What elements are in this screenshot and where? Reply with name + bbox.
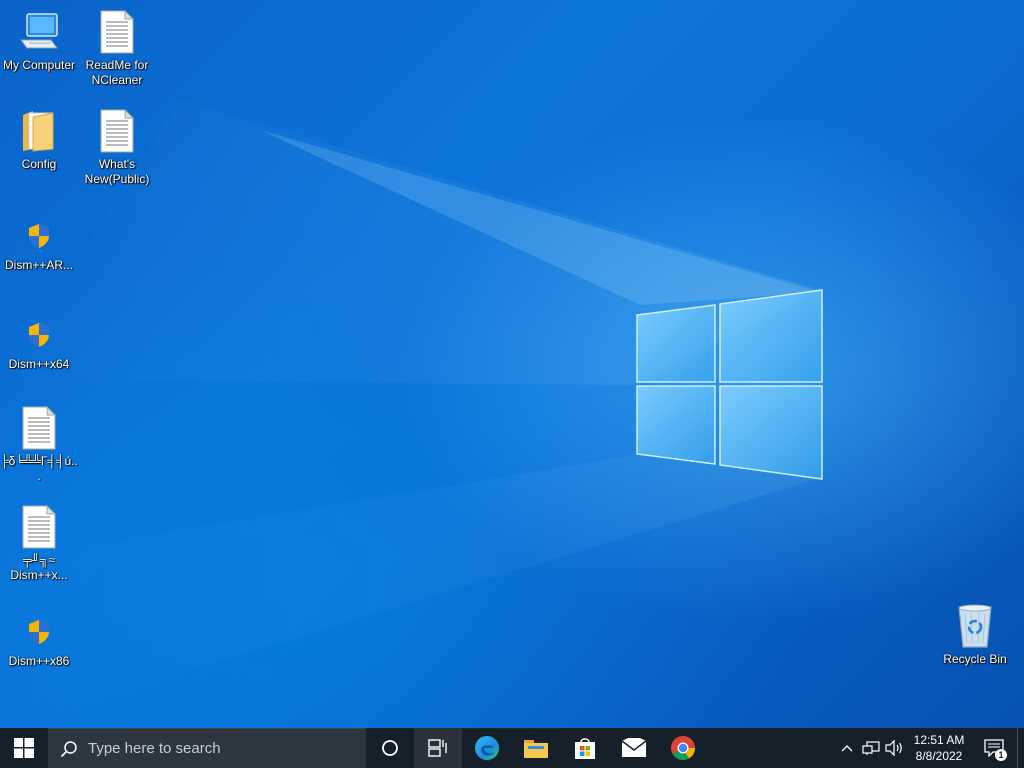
search-placeholder: Type here to search: [88, 740, 221, 757]
microsoft-store-icon: [574, 738, 595, 759]
desktop-icon-label: Dism++AR...: [4, 258, 73, 272]
desktop-icon-label: What's New(Public): [84, 157, 150, 186]
mail-icon: [621, 738, 646, 757]
start-button[interactable]: [0, 728, 48, 768]
taskbar-search-box[interactable]: Type here to search: [48, 728, 366, 768]
windows-start-icon: [14, 738, 34, 758]
taskbar: Type here to search 12:51 AM 8/8/2022 1: [0, 728, 1024, 768]
desktop-icon-dism-x86[interactable]: Dism++x86: [0, 612, 78, 669]
desktop-icon-label: Dism++x86: [8, 654, 70, 668]
taskbar-app-edge[interactable]: [462, 728, 511, 768]
desktop-icon-label: Recycle Bin: [943, 652, 1007, 666]
folder-icon: [15, 107, 63, 155]
windows-logo-wallpaper: [636, 289, 823, 480]
desktop-icon-recycle-bin[interactable]: Recycle Bin: [936, 602, 1014, 667]
taskbar-app-mail[interactable]: [609, 728, 658, 768]
desktop-icon-label: My Computer: [2, 58, 76, 72]
cortana-circle-icon: [382, 740, 398, 756]
text-document-icon: [93, 107, 141, 155]
cortana-button[interactable]: [366, 728, 414, 768]
text-document-icon: [15, 404, 63, 452]
desktop-icon-dism-x64[interactable]: Dism++x64: [0, 315, 78, 372]
desktop-icon-label: ╤╜╗≈ Dism++x...: [10, 553, 68, 582]
recycle-bin-icon: [951, 602, 999, 650]
computer-icon: [15, 8, 63, 56]
search-icon: [60, 740, 77, 757]
desktop-icon-whats-new[interactable]: What's New(Public): [78, 107, 156, 187]
desktop: My Computer ReadMe for NCleaner Config W…: [0, 0, 1024, 728]
taskbar-clock[interactable]: 12:51 AM 8/8/2022: [907, 728, 971, 768]
network-icon[interactable]: [859, 728, 883, 768]
uac-shield-icon: [15, 216, 63, 256]
action-center-button[interactable]: 1: [971, 728, 1017, 768]
taskbar-app-file-explorer[interactable]: [511, 728, 560, 768]
desktop-icon-readme-ncleaner[interactable]: ReadMe for NCleaner: [78, 8, 156, 88]
desktop-icon-config[interactable]: Config: [0, 107, 78, 172]
show-hidden-icons-chevron-icon[interactable]: [835, 728, 859, 768]
volume-icon[interactable]: [883, 728, 907, 768]
desktop-icon-label: Dism++x64: [8, 357, 70, 371]
desktop-icon-label: ╞δ╘╩╩Γ╡╡ú...: [0, 454, 78, 483]
clock-date: 8/8/2022: [915, 749, 963, 763]
desktop-icon-label: Config: [21, 157, 57, 171]
show-desktop-button[interactable]: [1017, 728, 1024, 768]
desktop-icon-dism-arm[interactable]: Dism++AR...: [0, 216, 78, 273]
edge-icon: [474, 736, 499, 760]
task-view-button[interactable]: [414, 728, 462, 768]
chrome-icon: [670, 736, 695, 761]
text-document-icon: [15, 503, 63, 551]
desktop-icon-text-file-2[interactable]: ╤╜╗≈ Dism++x...: [0, 503, 78, 583]
notification-count-badge: 1: [995, 749, 1007, 761]
taskbar-app-store[interactable]: [560, 728, 609, 768]
desktop-icon-label: ReadMe for NCleaner: [85, 58, 149, 87]
file-explorer-icon: [523, 740, 548, 758]
system-tray: 12:51 AM 8/8/2022 1: [835, 728, 1024, 768]
task-view-icon: [428, 739, 447, 757]
uac-shield-icon: [15, 612, 63, 652]
uac-shield-icon: [15, 315, 63, 355]
taskbar-app-chrome[interactable]: [658, 728, 707, 768]
desktop-icon-my-computer[interactable]: My Computer: [0, 8, 78, 73]
desktop-icon-text-file-1[interactable]: ╞δ╘╩╩Γ╡╡ú...: [0, 404, 78, 484]
text-document-icon: [93, 8, 141, 56]
clock-time: 12:51 AM: [913, 733, 965, 747]
